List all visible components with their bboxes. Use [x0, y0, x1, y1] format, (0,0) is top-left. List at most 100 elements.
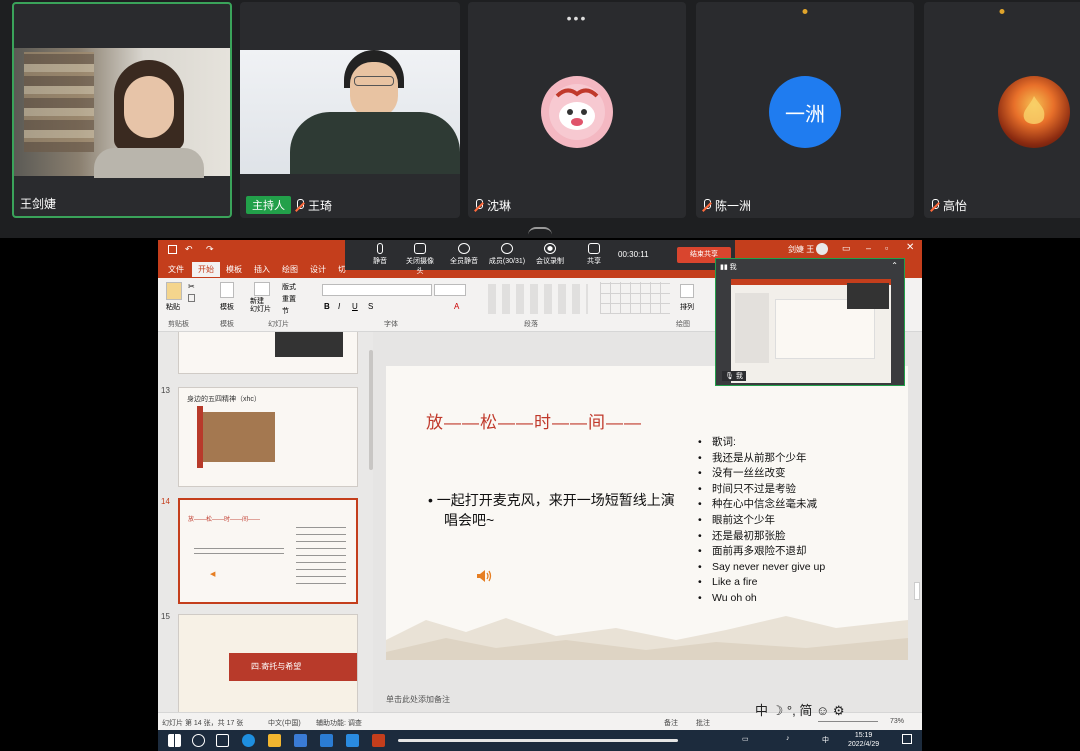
mic-tray-icon[interactable]: ♪: [786, 735, 790, 742]
participant-tile-wangjianjie[interactable]: 王剑婕: [12, 2, 232, 218]
participant-tile-chenyizhou[interactable]: 一洲 陈一洲: [696, 2, 914, 218]
system-clock[interactable]: 15:19 2022/4/29: [848, 731, 879, 749]
template-icon[interactable]: [220, 282, 234, 298]
slide-thumbnail-14[interactable]: 放——松——时——间—— ◀: [178, 498, 358, 604]
minimize-icon[interactable]: –: [866, 243, 871, 253]
mail-icon[interactable]: [320, 734, 333, 747]
shapes-gallery[interactable]: [600, 282, 670, 314]
tab-template[interactable]: 模板: [226, 264, 242, 275]
share-preview-window[interactable]: ▮▮ 我 ⌃ 🎙 我: [715, 258, 905, 386]
ime-punct-toggle[interactable]: °,: [787, 703, 796, 718]
zoom-slider[interactable]: [818, 721, 878, 722]
store-icon[interactable]: [294, 734, 307, 747]
reset-button[interactable]: 重置: [282, 294, 296, 304]
new-slide-icon[interactable]: [254, 282, 270, 296]
collapse-icon[interactable]: ⌃: [891, 261, 898, 270]
thumbnail-image: [201, 412, 275, 462]
zoom-level[interactable]: 73%: [890, 718, 904, 725]
close-icon[interactable]: ✕: [906, 242, 914, 253]
task-view-icon[interactable]: [216, 734, 229, 747]
arrange-icon[interactable]: [680, 284, 694, 298]
tab-file[interactable]: 文件: [168, 264, 184, 275]
ime-simplified-toggle[interactable]: 简: [799, 703, 812, 718]
ime-lang-toggle[interactable]: 中: [755, 703, 768, 718]
undo-icon[interactable]: ↶: [185, 244, 193, 255]
group-label-paragraph: 段落: [524, 321, 538, 328]
tab-home[interactable]: 开始: [192, 262, 220, 277]
input-lang[interactable]: 中: [822, 735, 829, 745]
ime-moon-icon[interactable]: ☽: [772, 703, 784, 718]
language-status[interactable]: 中文(中国): [268, 718, 301, 728]
new-slide-button[interactable]: 新建 幻灯片: [250, 298, 271, 314]
notification-icon[interactable]: [902, 734, 912, 744]
redo-icon[interactable]: ↷: [206, 244, 214, 255]
participant-tile-wangqi[interactable]: 主持人 王琦: [240, 2, 460, 218]
camera-icon: [414, 243, 426, 254]
layout-button[interactable]: 版式: [282, 282, 296, 292]
mute-all-button[interactable]: 全员静音: [447, 243, 481, 266]
slide-thumbnail-12[interactable]: [178, 332, 358, 374]
participant-name: 陈一洲: [702, 197, 751, 214]
paste-icon[interactable]: [166, 282, 182, 300]
tab-draw[interactable]: 绘图: [282, 264, 298, 275]
speaker-icon: ◀: [210, 571, 216, 578]
underline-icon[interactable]: U: [352, 302, 358, 311]
edge-icon[interactable]: [242, 734, 255, 747]
search-icon[interactable]: [192, 734, 205, 747]
user-avatar[interactable]: [816, 243, 828, 255]
avatar: [541, 76, 613, 148]
mute-button[interactable]: 静音: [363, 243, 397, 266]
comments-button[interactable]: 批注: [696, 718, 710, 728]
collapse-chevron-icon[interactable]: [528, 227, 552, 235]
slide-thumbnail-15[interactable]: 四.寄托与希望: [178, 614, 358, 712]
template-button[interactable]: 模板: [220, 302, 234, 312]
participant-tile-gaoyi[interactable]: 高怡: [924, 2, 1080, 218]
font-size-dropdown[interactable]: [434, 284, 466, 296]
section-button[interactable]: 节: [282, 306, 289, 316]
italic-icon[interactable]: I: [338, 302, 340, 311]
font-name-dropdown[interactable]: [322, 284, 432, 296]
paragraph-tools[interactable]: [488, 284, 588, 314]
maximize-icon[interactable]: ▫: [885, 243, 888, 253]
editor-scrollbar[interactable]: [914, 582, 920, 600]
members-button[interactable]: 成员(30/31): [487, 243, 527, 266]
meeting-app-icon[interactable]: [346, 734, 359, 747]
lyrics-line: Wu oh oh: [698, 591, 825, 607]
cut-icon[interactable]: ✂: [188, 282, 195, 291]
strikethrough-icon[interactable]: S: [368, 302, 373, 311]
participant-strip: 王剑婕 主持人 王琦 ••• 沈琳 一洲 陈一洲 高怡: [0, 0, 1080, 238]
great-wall-background: [386, 616, 908, 660]
slide-number: 13: [161, 386, 170, 395]
start-icon[interactable]: [168, 734, 181, 747]
share-button[interactable]: 共享: [577, 243, 611, 266]
file-explorer-icon[interactable]: [268, 734, 281, 747]
paste-button[interactable]: 粘贴: [166, 302, 180, 312]
save-icon[interactable]: [168, 245, 177, 254]
more-options-icon[interactable]: •••: [567, 10, 588, 26]
arrange-button[interactable]: 排列: [680, 302, 694, 312]
powerpoint-taskbar-icon[interactable]: [372, 734, 385, 747]
fire-avatar-icon: [1023, 96, 1045, 124]
tab-design[interactable]: 设计: [310, 264, 326, 275]
media-progress[interactable]: [398, 739, 678, 742]
ime-emoji-icon[interactable]: ☺: [816, 703, 829, 718]
accessibility-status[interactable]: 辅助功能: 调查: [316, 718, 362, 728]
slide-thumbnail-13[interactable]: 身边的五四精神（xhc）: [178, 387, 358, 487]
network-icon[interactable]: ▭: [742, 735, 749, 743]
participant-tile-shenlin[interactable]: ••• 沈琳: [468, 2, 686, 218]
record-button[interactable]: 会议录制: [533, 243, 567, 266]
lyrics-line: 面前再多艰险不退却: [698, 544, 825, 560]
notes-button[interactable]: 备注: [664, 718, 678, 728]
speaker-icon[interactable]: [476, 569, 492, 583]
members-icon: [501, 243, 513, 254]
tab-insert[interactable]: 插入: [254, 264, 270, 275]
participant-video: [14, 48, 230, 178]
notes-placeholder[interactable]: 单击此处添加备注: [386, 694, 450, 705]
copy-icon[interactable]: [188, 294, 195, 302]
ribbon-display-icon[interactable]: ▭: [842, 243, 851, 254]
bold-icon[interactable]: B: [324, 302, 330, 311]
font-color-icon[interactable]: A: [454, 302, 459, 311]
slide-canvas[interactable]: 放——松——时——间—— • 一起打开麦克风，来开一场短暂线上演唱会吧~ 歌词:…: [386, 366, 908, 660]
ime-settings-icon[interactable]: ⚙: [833, 703, 845, 718]
camera-off-button[interactable]: 关闭摄像头: [403, 243, 437, 276]
